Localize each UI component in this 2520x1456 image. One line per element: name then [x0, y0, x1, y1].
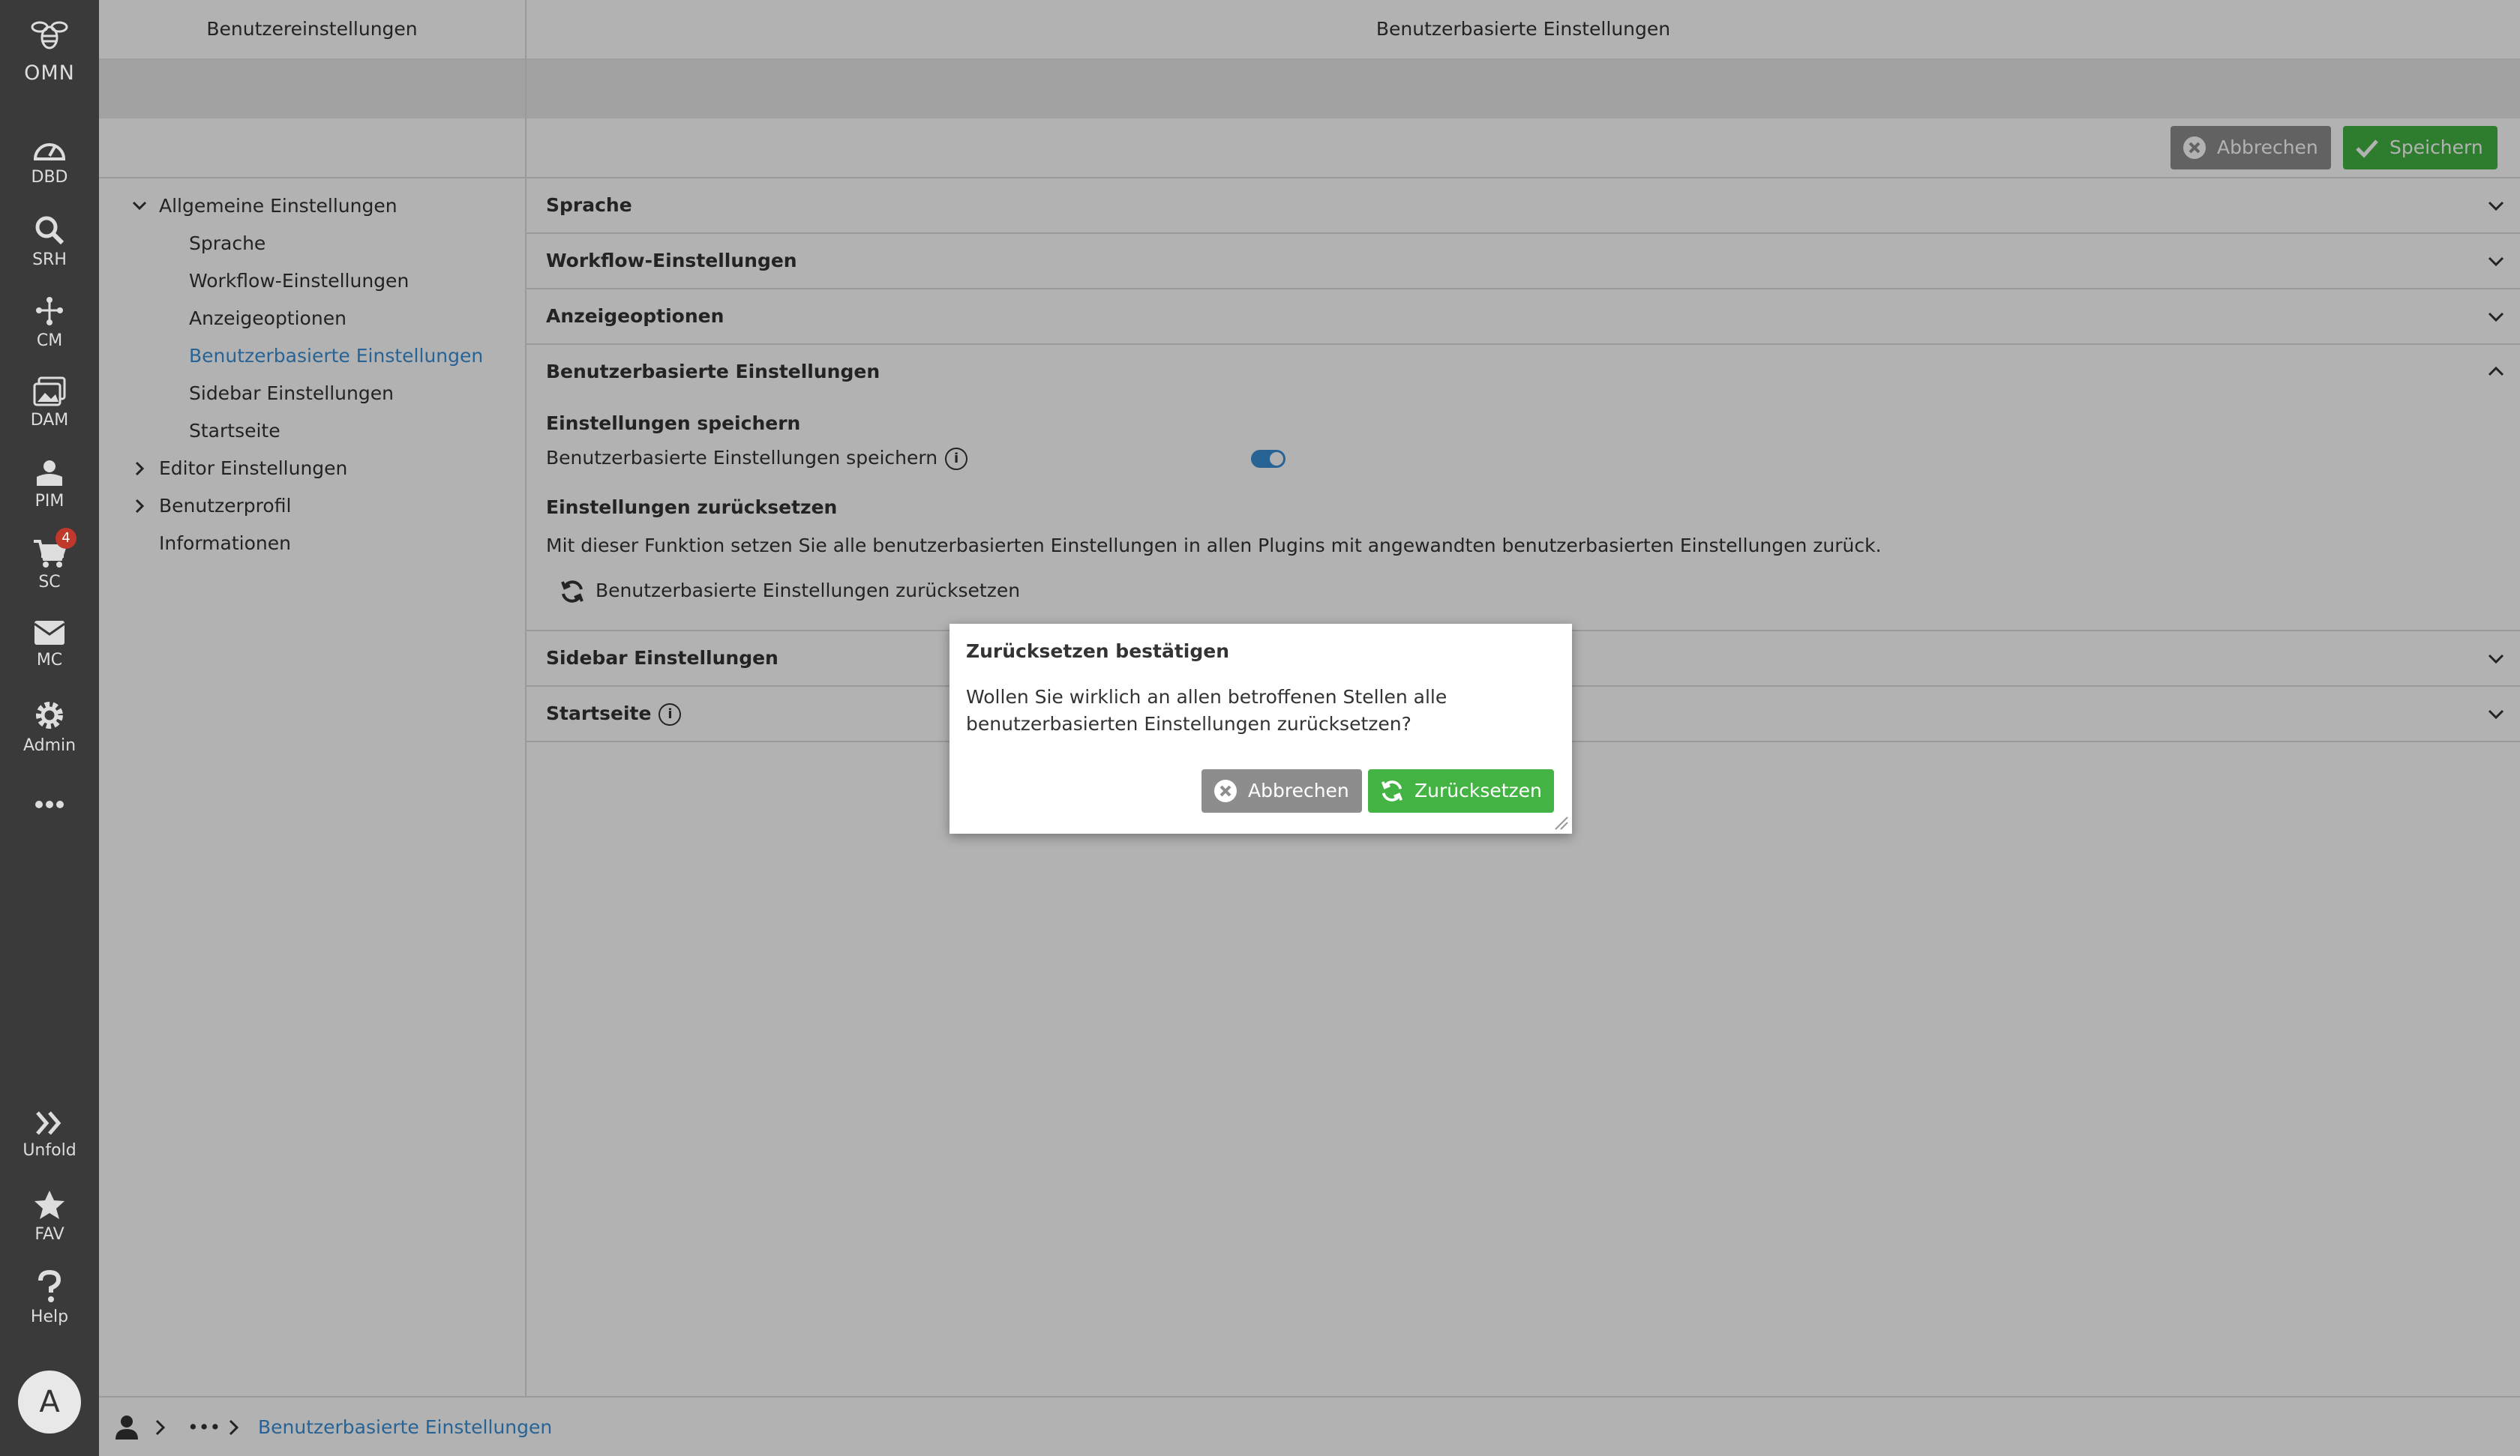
app-rail: OMN DBD SRH CM DAM PIM 4 SC MC Admin Unf… [0, 0, 99, 1456]
dialog-cancel-button[interactable]: Abbrechen [1202, 769, 1362, 813]
dialog-message: Wollen Sie wirklich an allen betroffenen… [966, 686, 1448, 735]
logo-text: OMN [24, 61, 75, 85]
rail-item-srh[interactable]: SRH [0, 214, 99, 269]
refresh-icon [1382, 780, 1402, 801]
star-icon [34, 1191, 64, 1219]
cart-badge: 4 [56, 528, 76, 549]
rail-item-dbd[interactable]: DBD [0, 133, 99, 187]
admin-gear-icon [36, 702, 63, 729]
product-box-icon [37, 460, 62, 486]
rail-item-admin[interactable]: Admin [0, 699, 99, 755]
rail-item-sc[interactable]: 4 SC [0, 528, 99, 592]
content-tree-icon [36, 297, 63, 325]
bee-logo-icon [0, 15, 99, 61]
more-apps-button[interactable] [0, 793, 99, 816]
image-gallery-icon [33, 376, 66, 406]
rail-item-pim[interactable]: PIM [0, 457, 99, 511]
search-icon [35, 216, 64, 245]
more-dots-icon [35, 801, 64, 808]
app-logo[interactable]: OMN [0, 15, 99, 85]
dialog-reset-button[interactable]: Zurücksetzen [1368, 769, 1554, 813]
rail-item-mc[interactable]: MC [0, 619, 99, 670]
rail-item-cm[interactable]: CM [0, 295, 99, 350]
dialog-title: Zurücksetzen bestätigen [966, 640, 1230, 662]
question-icon [38, 1270, 62, 1302]
rail-item-fav[interactable]: FAV [0, 1189, 99, 1244]
dashboard-icon [33, 143, 66, 160]
rail-item-unfold[interactable]: Unfold [0, 1110, 99, 1160]
close-circle-icon [1214, 780, 1237, 802]
double-chevron-right-icon [36, 1111, 62, 1135]
mail-icon [34, 621, 65, 645]
resize-grip-icon[interactable] [1552, 814, 1569, 831]
user-avatar[interactable]: A [18, 1371, 81, 1434]
confirm-reset-dialog: Zurücksetzen bestätigen Wollen Sie wirkl… [950, 624, 1572, 834]
rail-item-dam[interactable]: DAM [0, 376, 99, 430]
rail-item-help[interactable]: Help [0, 1270, 99, 1326]
